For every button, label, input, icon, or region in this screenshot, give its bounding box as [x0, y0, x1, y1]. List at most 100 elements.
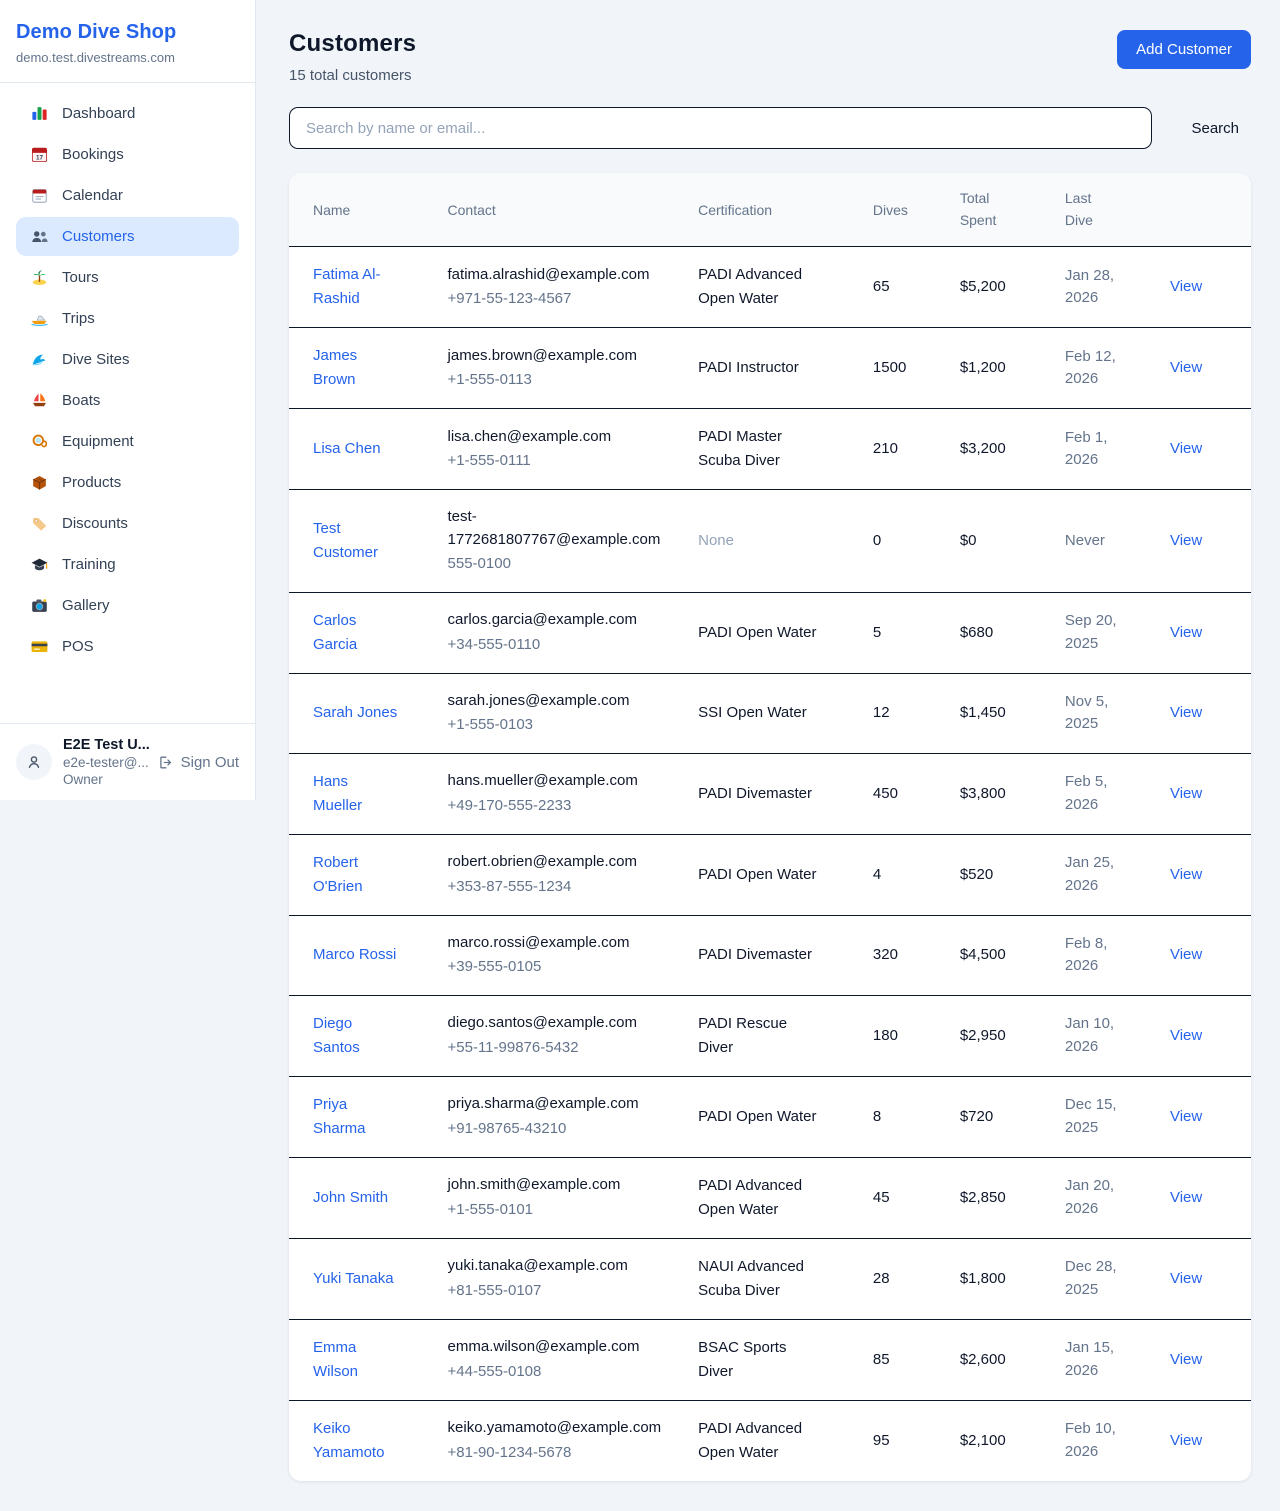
customer-certification: SSI Open Water [698, 701, 807, 725]
sidebar-item-equipment[interactable]: Equipment [16, 422, 239, 461]
view-customer-link[interactable]: View [1170, 624, 1202, 641]
customer-name-link[interactable]: Keiko Yamamoto [313, 1417, 401, 1465]
customer-phone: +1-555-0113 [448, 369, 675, 392]
sidebar-item-discounts[interactable]: Discounts [16, 504, 239, 543]
customer-email: keiko.yamamoto@example.com [448, 1417, 664, 1440]
customer-name-link[interactable]: Test Customer [313, 517, 401, 565]
customer-name-link[interactable]: Emma Wilson [313, 1336, 401, 1384]
customer-name-link[interactable]: Diego Santos [313, 1012, 401, 1060]
customer-row: Fatima Al-Rashid fatima.alrashid@example… [289, 247, 1251, 328]
customer-certification: PADI Rescue Diver [698, 1012, 822, 1060]
view-customer-link[interactable]: View [1170, 1027, 1202, 1044]
customers-table-card: Name Contact Certification Dives Total S… [289, 173, 1251, 1481]
customer-name-link[interactable]: James Brown [313, 344, 401, 392]
sidebar-item-products[interactable]: Products [16, 463, 239, 502]
customer-total-spent: $3,200 [948, 409, 1053, 490]
customer-certification: PADI Divemaster [698, 943, 812, 967]
customer-name-link[interactable]: John Smith [313, 1186, 388, 1210]
view-customer-link[interactable]: View [1170, 359, 1202, 376]
customer-dives: 210 [861, 409, 948, 490]
sidebar-item-gallery[interactable]: Gallery [16, 586, 239, 625]
view-customer-link[interactable]: View [1170, 440, 1202, 457]
sidebar-item-dashboard[interactable]: Dashboard [16, 94, 239, 133]
customer-phone: +353-87-555-1234 [448, 876, 675, 899]
customer-name-link[interactable]: Marco Rossi [313, 943, 396, 967]
user-info: E2E Test U... e2e-tester@... Owner [63, 737, 146, 787]
customer-email: test-1772681807767@example.com [448, 506, 664, 551]
view-customer-link[interactable]: View [1170, 1351, 1202, 1368]
view-customer-link[interactable]: View [1170, 704, 1202, 721]
sidebar-item-boats[interactable]: Boats [16, 381, 239, 420]
sidebar-item-trips[interactable]: Trips [16, 299, 239, 338]
customer-phone: +55-11-99876-5432 [448, 1037, 675, 1060]
customer-dives: 85 [861, 1319, 948, 1400]
customer-row: Hans Mueller hans.mueller@example.com +4… [289, 753, 1251, 834]
customer-name-link[interactable]: Fatima Al-Rashid [313, 263, 401, 311]
customer-last-dive: Feb 10, 2026 [1065, 1418, 1125, 1463]
sidebar-item-pos[interactable]: POS [16, 627, 239, 666]
customer-certification: None [698, 529, 734, 553]
sidebar-item-label: Discounts [62, 515, 128, 532]
customer-dives: 1500 [861, 328, 948, 409]
sidebar-item-customers[interactable]: Customers [16, 217, 239, 256]
customer-row: Priya Sharma priya.sharma@example.com +9… [289, 1076, 1251, 1157]
customer-email: yuki.tanaka@example.com [448, 1255, 664, 1278]
customer-total-spent: $4,500 [948, 915, 1053, 995]
people-icon [30, 227, 49, 246]
customer-certification: PADI Master Scuba Diver [698, 425, 822, 473]
view-customer-link[interactable]: View [1170, 785, 1202, 802]
dive-mask-icon [30, 432, 49, 451]
customer-total-spent: $2,850 [948, 1157, 1053, 1238]
sign-out-button[interactable]: Sign Out [157, 754, 239, 771]
calendar-17-icon: 17 [30, 145, 49, 164]
customer-name-link[interactable]: Hans Mueller [313, 770, 401, 818]
customer-name-link[interactable]: Carlos Garcia [313, 609, 401, 657]
view-customer-link[interactable]: View [1170, 1270, 1202, 1287]
customer-last-dive: Sep 20, 2025 [1065, 610, 1125, 655]
sidebar-item-label: Gallery [62, 597, 110, 614]
customer-email: priya.sharma@example.com [448, 1093, 664, 1116]
sidebar-item-label: Trips [62, 310, 95, 327]
person-icon [24, 752, 44, 772]
view-customer-link[interactable]: View [1170, 946, 1202, 963]
search-input[interactable] [289, 107, 1152, 149]
view-customer-link[interactable]: View [1170, 866, 1202, 883]
view-customer-link[interactable]: View [1170, 532, 1202, 549]
view-customer-link[interactable]: View [1170, 278, 1202, 295]
sidebar-item-training[interactable]: Training [16, 545, 239, 584]
customer-dives: 4 [861, 834, 948, 915]
search-button[interactable]: Search [1179, 120, 1251, 137]
app-root: Demo Dive Shop demo.test.divestreams.com… [0, 0, 1280, 1511]
sidebar-item-label: Dashboard [62, 105, 135, 122]
customer-last-dive: Feb 8, 2026 [1065, 933, 1125, 978]
customer-name-link[interactable]: Lisa Chen [313, 437, 381, 461]
customer-dives: 320 [861, 915, 948, 995]
view-customer-link[interactable]: View [1170, 1432, 1202, 1449]
customer-name-link[interactable]: Sarah Jones [313, 701, 397, 725]
customer-name-link[interactable]: Priya Sharma [313, 1093, 401, 1141]
col-header-dives: Dives [861, 173, 948, 247]
add-customer-button[interactable]: Add Customer [1117, 30, 1251, 69]
customer-certification: PADI Open Water [698, 863, 816, 887]
sidebar-item-calendar[interactable]: Calendar [16, 176, 239, 215]
search-bar: Search [289, 107, 1251, 149]
sidebar-item-bookings[interactable]: 17 Bookings [16, 135, 239, 174]
sidebar-item-label: Bookings [62, 146, 124, 163]
customer-last-dive: Jan 10, 2026 [1065, 1013, 1125, 1058]
sidebar-item-label: Training [62, 556, 116, 573]
customer-certification: PADI Advanced Open Water [698, 263, 822, 311]
tag-icon [30, 514, 49, 533]
sidebar-item-tours[interactable]: Tours [16, 258, 239, 297]
svg-text:17: 17 [36, 155, 44, 162]
table-header-row: Name Contact Certification Dives Total S… [289, 173, 1251, 247]
customer-total-spent: $5,200 [948, 247, 1053, 328]
col-header-actions [1158, 173, 1251, 247]
sailboat-icon [30, 391, 49, 410]
customer-dives: 450 [861, 753, 948, 834]
shop-domain: demo.test.divestreams.com [16, 50, 239, 65]
customer-name-link[interactable]: Yuki Tanaka [313, 1267, 394, 1291]
customer-name-link[interactable]: Robert O'Brien [313, 851, 401, 899]
view-customer-link[interactable]: View [1170, 1189, 1202, 1206]
view-customer-link[interactable]: View [1170, 1108, 1202, 1125]
sidebar-item-dive-sites[interactable]: Dive Sites [16, 340, 239, 379]
